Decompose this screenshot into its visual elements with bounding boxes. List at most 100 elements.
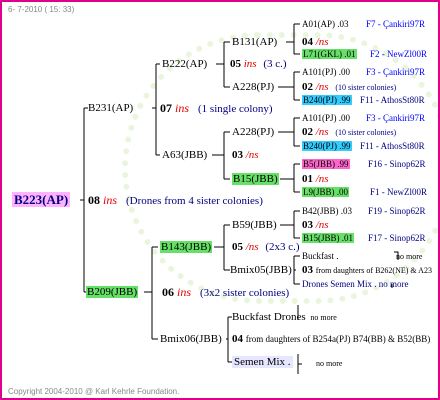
a63-gen-row: 03 /ns <box>232 148 259 162</box>
node-l71: L71(GKL) .01 <box>302 47 357 61</box>
root-note: (Drones from 4 sister colonies) <box>126 195 263 207</box>
a228a-ins: /ns <box>315 81 329 93</box>
a228a-note: (10 sister colonies) <box>335 83 397 92</box>
node-b209: B209(JBB) <box>86 285 139 299</box>
b222-label: B222(AP) <box>162 58 208 70</box>
b209-label: B209(JBB) <box>86 286 139 298</box>
b59-gen: 03 <box>302 219 313 231</box>
l9-ref: F1 - NewZl00R <box>370 187 427 197</box>
b15a-label: B15(JBB) <box>232 173 279 185</box>
g03-text: from daughters of B262(NE) & A23 <box>315 266 432 275</box>
a228b-note: (10 sister colonies) <box>335 128 397 137</box>
b240b-label: B240(PJ) .99 <box>302 141 352 151</box>
a228b-gen-row: 02 /ns (10 sister colonies) <box>302 125 396 140</box>
node-b131: B131(AP) <box>232 35 277 49</box>
line-a228b <box>278 117 300 147</box>
b231-ins: ins <box>175 101 190 115</box>
node-b222: B222(AP) <box>162 57 207 71</box>
node-b5: B5(JBB) .99 <box>302 157 350 171</box>
b231-note: (1 single colony) <box>198 103 273 115</box>
b59-label: B59(JBB) <box>232 219 277 231</box>
a01-label: A01(AP) .03 <box>302 19 349 29</box>
b231-label: B231(AP) <box>88 102 134 114</box>
g03-gen: 03 <box>302 264 313 276</box>
b143-gen-row: 05 /ns (2x3 c.) <box>232 240 300 254</box>
a228a-gen: 02 <box>302 81 313 93</box>
node-b143: B143(JBB) <box>160 240 213 254</box>
root-gen: 08 <box>88 193 100 207</box>
b143-ins: /ns <box>245 241 259 253</box>
node-a01: A01(AP) .03 <box>302 17 349 31</box>
a228a-label: A228(PJ) <box>232 81 275 93</box>
bmix06-label: Bmix06(JBB) <box>160 333 222 345</box>
node-b15b: B15(JBB) .01 <box>302 231 355 245</box>
line-b15a <box>280 163 300 193</box>
b131-label: B131(AP) <box>232 36 278 48</box>
line-b231 <box>152 63 160 156</box>
bmix05-label: Bmix05(JBB) <box>230 264 292 276</box>
line-b59 <box>280 210 300 239</box>
buckfast-a-label: Buckfast . <box>302 251 339 261</box>
b222-gen-row: 05 ins (3 c.) <box>230 57 287 71</box>
node-b15a: B15(JBB) <box>232 172 279 186</box>
line-a63 <box>212 131 230 180</box>
b42-ref: F19 - Sinop62R <box>368 206 426 216</box>
b5-ref: F16 - Sinop62R <box>368 159 426 169</box>
semen-mix-label: Semen Mix . <box>232 356 293 368</box>
node-b42: B42(JBB) .03 <box>302 204 352 218</box>
a228b-ins: /ns <box>315 126 329 138</box>
node-b59: B59(JBB) <box>232 218 277 232</box>
node-buckfast-a: Buckfast . <box>302 249 339 263</box>
line-b222 <box>216 41 230 88</box>
node-a101a: A101(PJ) .00 <box>302 65 350 79</box>
node-a63: A63(JBB) <box>162 148 207 162</box>
b231-gen: 07 <box>160 101 172 115</box>
line-a228a <box>278 71 300 101</box>
g03-row: 03 from daughters of B262(NE) & A23 <box>302 263 432 278</box>
b143-note: (2x3 c.) <box>265 241 300 253</box>
b15b-label: B15(JBB) .01 <box>302 233 355 243</box>
line-bmix05 <box>293 255 300 285</box>
b5-label: B5(JBB) .99 <box>302 159 350 169</box>
b42-label: B42(JBB) .03 <box>302 206 353 216</box>
line-b143 <box>214 224 230 271</box>
b222-ins: ins <box>243 58 257 70</box>
line-b131 <box>286 23 300 55</box>
drones-semen-nomore: no more <box>378 279 409 289</box>
a101b-ref: F3 - Çankiri97R <box>366 113 426 123</box>
b240a-label: B240(PJ) .99 <box>302 95 352 105</box>
node-buckfast-drones: Buckfast Drones no more <box>232 310 337 325</box>
a101b-label: A101(PJ) .00 <box>302 113 351 123</box>
a101a-ref: F3 - Çankiri97R <box>366 67 426 77</box>
g04-gen: 04 <box>232 333 243 345</box>
a228b-label: A228(PJ) <box>232 126 275 138</box>
b222-note: (3 c.) <box>263 58 287 70</box>
a63-label: A63(JBB) <box>162 149 208 161</box>
a101a-label: A101(PJ) .00 <box>302 67 351 77</box>
a228b-gen: 02 <box>302 126 313 138</box>
line-root <box>80 107 88 293</box>
g04-text: from daughters of B254a(PJ) B74(BB) & B5… <box>245 334 431 344</box>
node-drones-semen: Drones Semen Mix . no more <box>302 277 409 291</box>
node-bmix06: Bmix06(JBB) <box>160 332 222 346</box>
b240b-ref: F11 - AthosSt80R <box>360 141 425 151</box>
b209-note: (3x2 sister colonies) <box>200 287 290 299</box>
root-gen-row: 08 ins (Drones from 4 sister colonies) <box>88 193 263 208</box>
a63-ins: /ns <box>245 149 259 161</box>
node-b240b: B240(PJ) .99 <box>302 139 352 153</box>
node-semen-mix: Semen Mix . <box>232 355 293 369</box>
node-a228b: A228(PJ) <box>232 125 274 139</box>
node-bmix05: Bmix05(JBB) <box>230 263 292 277</box>
b143-gen: 05 <box>232 241 243 253</box>
node-l9: L9(JBB) .00 <box>302 185 349 199</box>
b15a-gen: 01 <box>302 173 313 185</box>
b222-gen: 05 <box>230 58 241 70</box>
b143-label: B143(JBB) <box>160 241 213 253</box>
l71-ref: F2 - NewZl00R <box>370 49 427 59</box>
b240a-ref: F11 - AthosSt80R <box>360 95 425 105</box>
node-root: B223(AP) <box>12 192 71 208</box>
node-a228a: A228(PJ) <box>232 80 274 94</box>
buckfast-a-nomore: no more <box>396 252 423 261</box>
b209-gen-row: 06 ins (3x2 sister colonies) <box>162 285 289 300</box>
a63-gen: 03 <box>232 149 243 161</box>
